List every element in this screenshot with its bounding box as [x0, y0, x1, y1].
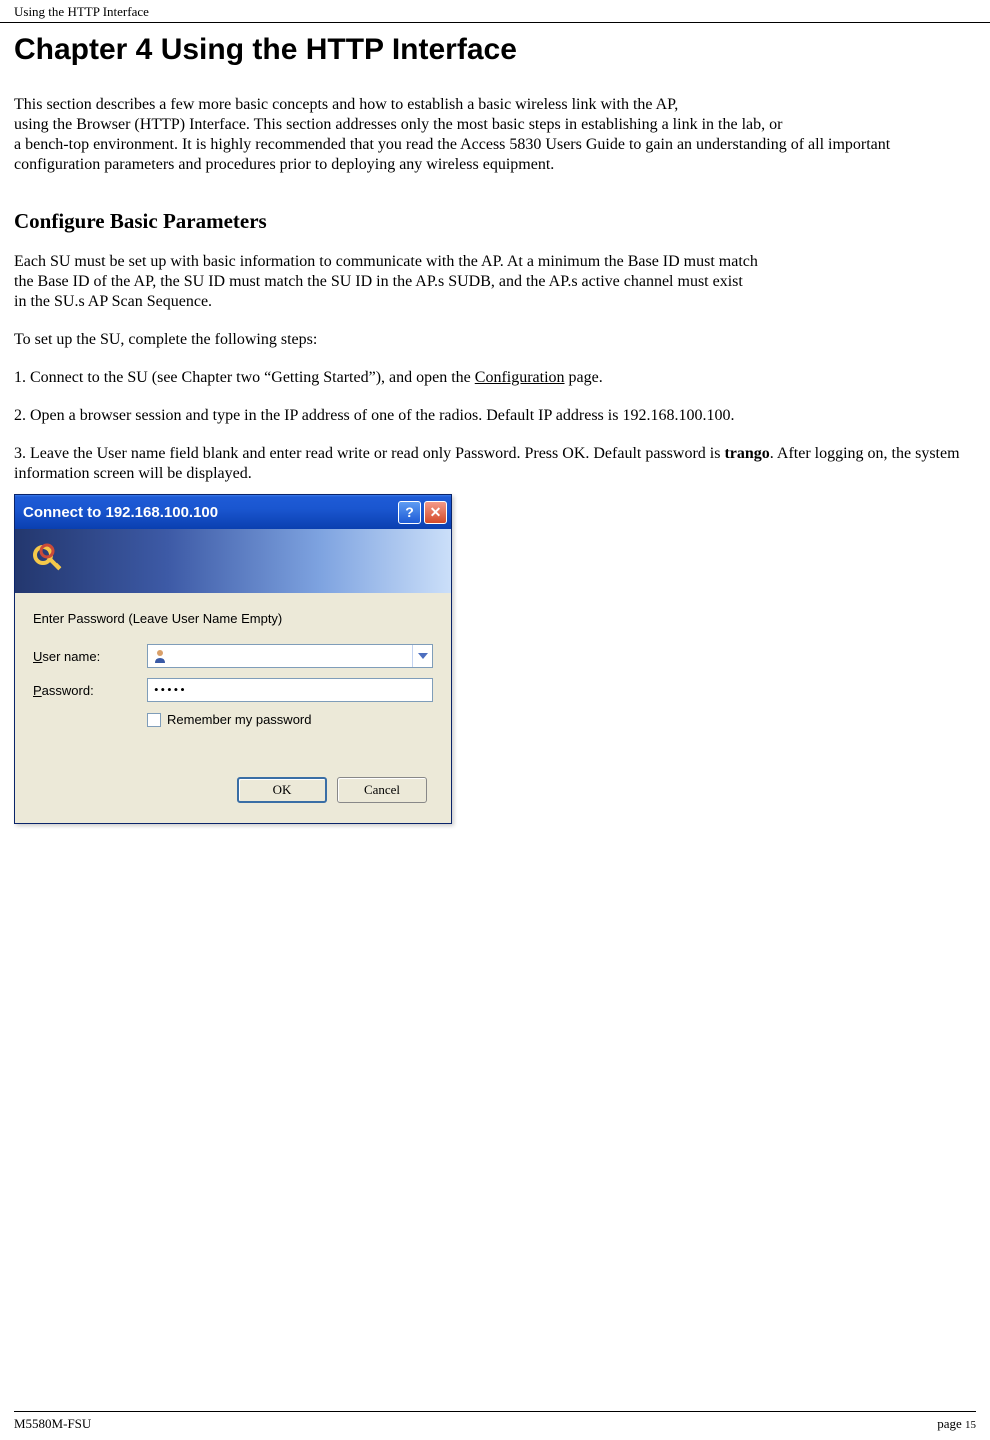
step-1-pre: 1. Connect to the SU (see Chapter two “G… [14, 369, 475, 386]
remember-row: Remember my password [147, 712, 433, 727]
username-input[interactable] [147, 644, 433, 668]
dialog-title: Connect to 192.168.100.100 [23, 504, 398, 521]
username-label: User name: [33, 649, 147, 664]
username-field[interactable] [172, 648, 412, 664]
step-1: 1. Connect to the SU (see Chapter two “G… [14, 368, 976, 388]
password-value: ••••• [154, 682, 187, 698]
ok-button[interactable]: OK [237, 777, 327, 803]
dialog-buttons: OK Cancel [33, 777, 433, 809]
chapter-title: Chapter 4 Using the HTTP Interface [14, 33, 976, 67]
configuration-link[interactable]: Configuration [475, 369, 565, 386]
step-3-pre: 3. Leave the User name field blank and e… [14, 445, 724, 462]
dialog-form: Enter Password (Leave User Name Empty) U… [15, 593, 451, 823]
section-p2: the Base ID of the AP, the SU ID must ma… [14, 272, 976, 292]
help-icon: ? [405, 504, 414, 520]
dropdown-arrow-icon[interactable] [412, 645, 432, 667]
user-icon [152, 648, 168, 664]
section-p3: in the SU.s AP Scan Sequence. [14, 292, 976, 312]
remember-label: Remember my password [167, 712, 312, 727]
footer-right: page 15 [937, 1416, 976, 1432]
remember-checkbox[interactable] [147, 713, 161, 727]
running-head: Using the HTTP Interface [0, 0, 990, 23]
dialog-body: Enter Password (Leave User Name Empty) U… [15, 529, 451, 823]
username-row: User name: [33, 644, 433, 668]
titlebar-buttons: ? ✕ [398, 501, 447, 524]
help-button[interactable]: ? [398, 501, 421, 524]
page-footer: M5580M-FSU page 15 [14, 1411, 976, 1432]
intro-line-2: using the Browser (HTTP) Interface. This… [14, 115, 976, 135]
section-p4: To set up the SU, complete the following… [14, 330, 976, 350]
intro-line-3: a bench-top environment. It is highly re… [14, 135, 976, 175]
dialog-titlebar: Connect to 192.168.100.100 ? ✕ [15, 495, 451, 529]
keys-icon [27, 539, 71, 583]
password-row: Password: ••••• [33, 678, 433, 702]
step-3: 3. Leave the User name field blank and e… [14, 444, 976, 484]
auth-dialog: Connect to 192.168.100.100 ? ✕ Enter Pa [14, 494, 452, 824]
page-content: Chapter 4 Using the HTTP Interface This … [0, 23, 990, 824]
cancel-button[interactable]: Cancel [337, 777, 427, 803]
close-button[interactable]: ✕ [424, 501, 447, 524]
intro-line-1: This section describes a few more basic … [14, 95, 976, 115]
dialog-banner [15, 529, 451, 593]
step-3-bold: trango [724, 445, 769, 462]
password-input[interactable]: ••••• [147, 678, 433, 702]
close-icon: ✕ [430, 504, 442, 521]
step-1-post: page. [565, 369, 603, 386]
password-label: Password: [33, 683, 147, 698]
running-head-text: Using the HTTP Interface [14, 4, 149, 19]
section-title: Configure Basic Parameters [14, 209, 976, 234]
step-2: 2. Open a browser session and type in th… [14, 406, 976, 426]
footer-left: M5580M-FSU [14, 1416, 91, 1432]
section-p1: Each SU must be set up with basic inform… [14, 252, 976, 272]
dialog-prompt: Enter Password (Leave User Name Empty) [33, 611, 433, 626]
